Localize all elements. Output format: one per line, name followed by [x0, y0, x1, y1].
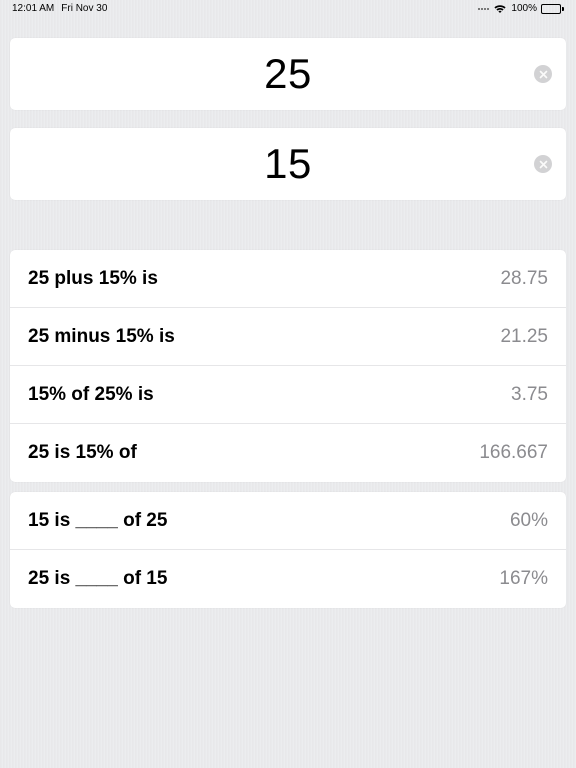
input-a-value[interactable]: 25	[54, 50, 522, 98]
input-b-card[interactable]: 15	[10, 128, 566, 200]
result-row: 25 is 15% of 166.667	[10, 424, 566, 482]
result-row: 15% of 25% is 3.75	[10, 366, 566, 424]
result-value: 3.75	[511, 384, 548, 406]
main-content: 25 15 25 plus 15% is 28.75 25 minus 15% …	[0, 16, 576, 608]
result-label: 25 is ____ of 15	[28, 568, 167, 590]
result-label: 25 plus 15% is	[28, 268, 158, 290]
results-group-1: 25 plus 15% is 28.75 25 minus 15% is 21.…	[10, 250, 566, 482]
result-row: 25 minus 15% is 21.25	[10, 308, 566, 366]
clear-b-button[interactable]	[534, 155, 552, 173]
result-row: 25 plus 15% is 28.75	[10, 250, 566, 308]
result-label: 25 is 15% of	[28, 442, 137, 464]
result-value: 60%	[510, 510, 548, 532]
close-icon	[539, 70, 548, 79]
input-b-value[interactable]: 15	[54, 140, 522, 188]
result-value: 167%	[499, 568, 548, 590]
status-right: 100%	[478, 4, 564, 14]
battery-percent: 100%	[511, 4, 537, 14]
results-group-2: 15 is ____ of 25 60% 25 is ____ of 15 16…	[10, 492, 566, 608]
close-icon	[539, 160, 548, 169]
status-bar: 12:01 AM Fri Nov 30 100%	[0, 0, 576, 16]
cellular-icon	[478, 8, 489, 10]
result-value: 166.667	[479, 442, 548, 464]
result-row: 25 is ____ of 15 167%	[10, 550, 566, 608]
battery-icon	[541, 4, 564, 14]
result-value: 21.25	[500, 326, 548, 348]
result-row: 15 is ____ of 25 60%	[10, 492, 566, 550]
result-value: 28.75	[500, 268, 548, 290]
result-label: 25 minus 15% is	[28, 326, 175, 348]
result-label: 15 is ____ of 25	[28, 510, 167, 532]
status-left: 12:01 AM Fri Nov 30	[12, 4, 107, 14]
result-label: 15% of 25% is	[28, 384, 154, 406]
status-date: Fri Nov 30	[61, 4, 107, 14]
wifi-icon	[493, 4, 507, 14]
input-a-card[interactable]: 25	[10, 38, 566, 110]
status-time: 12:01 AM	[12, 4, 54, 14]
clear-a-button[interactable]	[534, 65, 552, 83]
